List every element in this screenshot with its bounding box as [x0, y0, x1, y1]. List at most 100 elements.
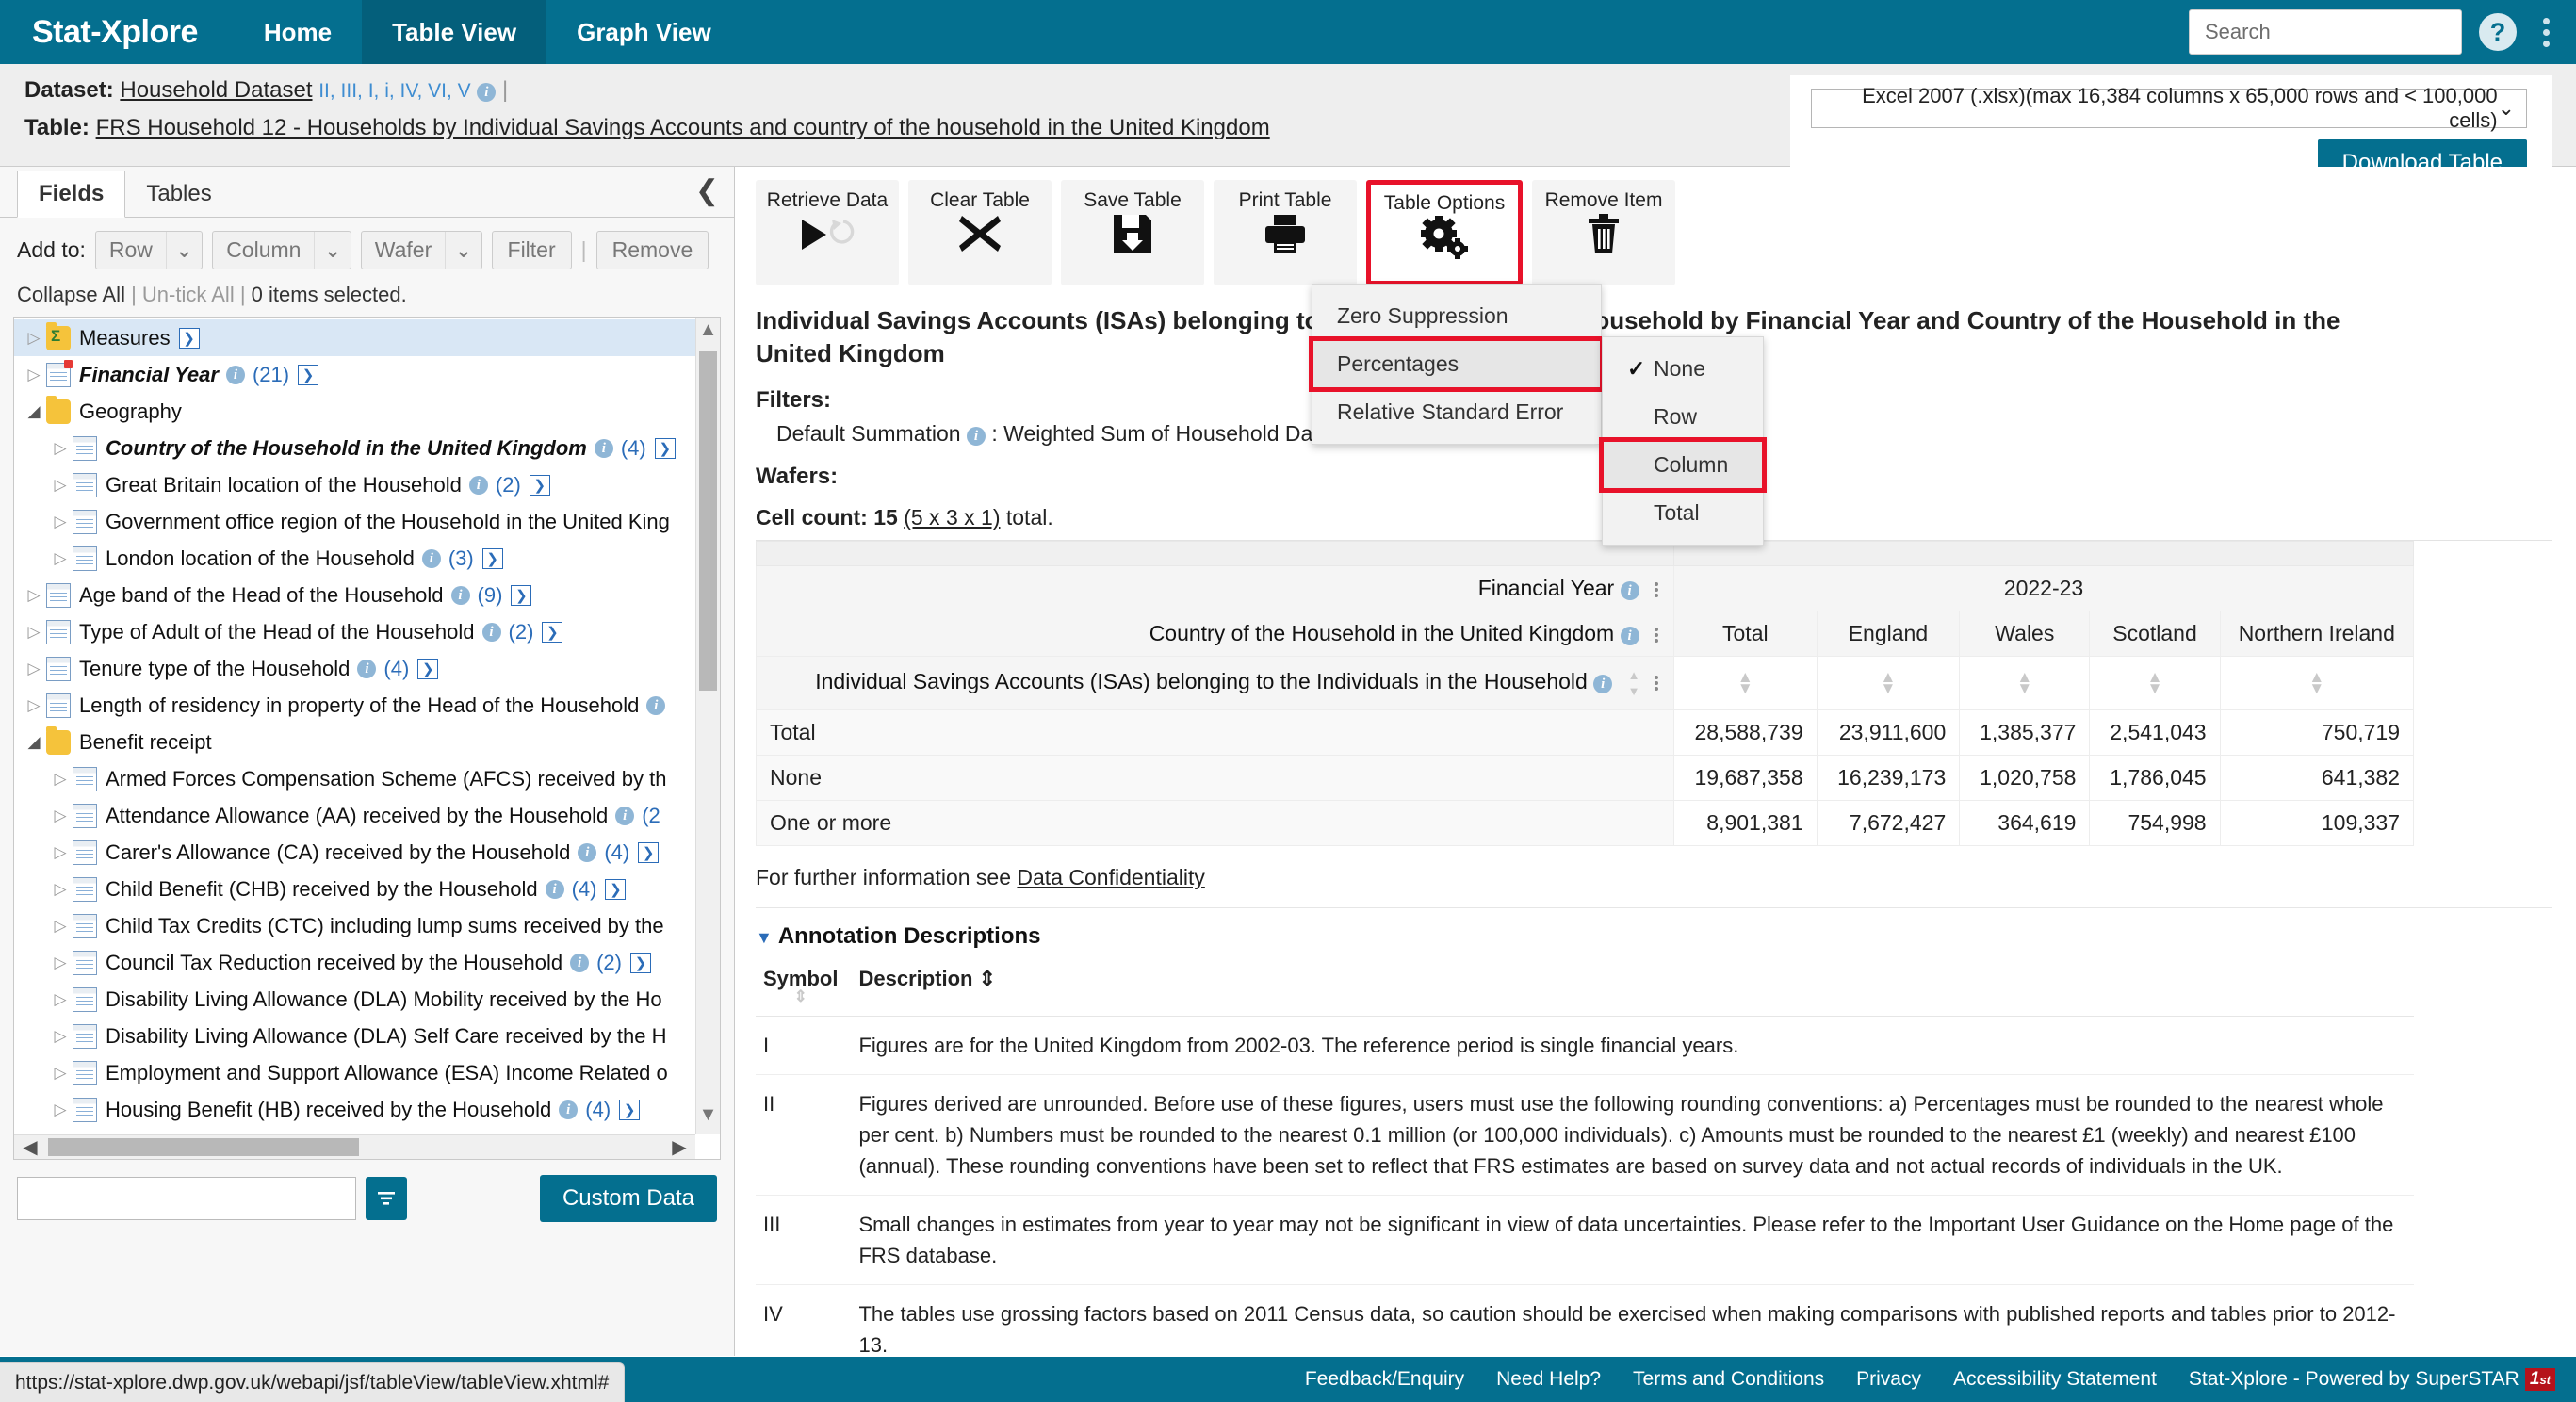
info-icon[interactable]: i — [578, 842, 597, 862]
tree-node[interactable]: ▷ Housing Benefit (HB) received by the Ho… — [14, 1091, 695, 1128]
sort-arrows-icon[interactable]: ⇕ — [979, 967, 996, 990]
info-icon[interactable]: i — [615, 806, 635, 825]
tree-node[interactable]: ▷ Child Benefit (CHB) received by the Hou… — [14, 871, 695, 907]
caret-down-icon[interactable]: ▼ — [756, 928, 773, 947]
tree-node[interactable]: ▷ London location of the Household i (3) ❯ — [14, 540, 695, 577]
retrieve-data-button[interactable]: Retrieve Data — [756, 180, 899, 285]
add-to-filter-button[interactable]: Filter — [491, 231, 572, 269]
add-to-column-button[interactable]: Column ⌄ — [212, 231, 351, 269]
expand-arrow-icon[interactable]: ❯ — [605, 878, 627, 900]
column-header-total[interactable]: Total — [1673, 611, 1818, 658]
tree-node[interactable]: ▷ Council Tax Reduction received by the H… — [14, 944, 695, 981]
tree-node[interactable]: ▷ Government office region of the Househo… — [14, 503, 695, 540]
twisty-expanded-icon[interactable]: ◢ — [22, 733, 46, 752]
expand-arrow-icon[interactable]: ❯ — [417, 658, 439, 679]
tree-node[interactable]: ▷ Disability Living Allowance (DLA) Self … — [14, 1018, 695, 1054]
twisty-collapsed-icon[interactable]: ▷ — [22, 329, 46, 348]
column-header-scotland[interactable]: Scotland — [2089, 611, 2221, 658]
print-table-button[interactable]: Print Table — [1214, 180, 1357, 285]
clear-table-button[interactable]: Clear Table — [908, 180, 1052, 285]
tree-node[interactable]: ▷Incapacity Benefit (IB) received by the… — [14, 1128, 695, 1134]
sort-arrows-england[interactable]: ▲ ▼ — [1816, 656, 1961, 711]
info-icon[interactable]: i — [357, 659, 377, 678]
twisty-collapsed-icon[interactable]: ▷ — [48, 917, 73, 936]
chevron-left-icon[interactable]: ❮ — [695, 174, 719, 207]
twisty-collapsed-icon[interactable]: ▷ — [48, 513, 73, 531]
tree-node[interactable]: ▷ Tenure type of the Household i (4) ❯ — [14, 650, 695, 687]
menu-item-zero-suppression[interactable]: Zero Suppression — [1312, 292, 1601, 340]
twisty-collapsed-icon[interactable]: ▷ — [22, 660, 46, 678]
tree-horizontal-scrollbar[interactable]: ◀ ▶ — [14, 1134, 695, 1159]
sort-arrows-icon[interactable]: ⇕ — [763, 988, 838, 1004]
menu-item-relative-standard-error[interactable]: Relative Standard Error — [1312, 388, 1601, 436]
field-search-input[interactable] — [17, 1177, 356, 1220]
info-icon[interactable]: i — [1593, 675, 1613, 694]
save-table-button[interactable]: Save Table — [1061, 180, 1204, 285]
expand-arrow-icon[interactable]: ❯ — [511, 584, 532, 606]
chevron-down-icon[interactable]: ⌄ — [314, 232, 350, 269]
expand-arrow-icon[interactable]: ❯ — [630, 952, 651, 973]
tree-node[interactable]: ▷ Disability Living Allowance (DLA) Mobil… — [14, 981, 695, 1018]
scroll-right-icon[interactable]: ▶ — [665, 1135, 693, 1159]
row-dimension-cell[interactable]: Individual Savings Accounts (ISAs) belon… — [756, 656, 1674, 711]
footer-link-privacy[interactable]: Privacy — [1856, 1368, 1921, 1391]
tree-node[interactable]: ▷ Age band of the Head of the Household i (… — [14, 577, 695, 613]
tree-node[interactable]: ▷ Measures ❯ — [14, 319, 695, 356]
nav-item-graph-view[interactable]: Graph View — [546, 0, 742, 64]
annotations-col-symbol[interactable]: Symbol ⇕ — [756, 959, 852, 1018]
scroll-up-icon[interactable]: ▲ — [696, 319, 720, 348]
twisty-collapsed-icon[interactable]: ▷ — [48, 990, 73, 1009]
tree-node[interactable]: ▷ Financial Year i (21) ❯ — [14, 356, 695, 393]
remove-item-button[interactable]: Remove Item — [1532, 180, 1675, 285]
twisty-collapsed-icon[interactable]: ▷ — [48, 1027, 73, 1046]
info-icon[interactable]: i — [545, 879, 564, 899]
twisty-collapsed-icon[interactable]: ▷ — [48, 439, 73, 458]
download-format-select[interactable]: Excel 2007 (.xlsx)(max 16,384 columns x … — [1811, 84, 2527, 132]
tree-node[interactable]: ▷ Carer's Allowance (CA) received by the … — [14, 834, 695, 871]
nav-item-table-view[interactable]: Table View — [362, 0, 547, 64]
table-name-link[interactable]: FRS Household 12 - Households by Individ… — [96, 115, 1270, 140]
tree-node[interactable]: ▷ Type of Adult of the Head of the Househ… — [14, 613, 695, 650]
info-icon[interactable]: i — [570, 953, 590, 972]
chevron-down-icon[interactable]: ⌄ — [2498, 96, 2515, 121]
footer-link-terms[interactable]: Terms and Conditions — [1633, 1368, 1824, 1391]
financial-year-dimension-cell[interactable]: Financial Year i — [756, 565, 1674, 612]
row-label-none[interactable]: None — [756, 755, 1674, 802]
twisty-collapsed-icon[interactable]: ▷ — [22, 366, 46, 384]
twisty-collapsed-icon[interactable]: ▷ — [48, 770, 73, 789]
untick-all-link[interactable]: Un-tick All — [142, 283, 235, 306]
footer-link-feedback[interactable]: Feedback/Enquiry — [1305, 1368, 1464, 1391]
info-icon[interactable]: i — [646, 695, 666, 715]
search-input[interactable] — [2203, 19, 2478, 45]
sort-arrows-wales[interactable]: ▲ ▼ — [1959, 656, 2091, 711]
column-header-northern-ireland[interactable]: Northern Ireland — [2219, 611, 2415, 658]
row-label-total[interactable]: Total — [756, 709, 1674, 757]
menu-item-percent-none[interactable]: ✓ None — [1603, 345, 1763, 393]
more-vertical-icon[interactable] — [2534, 12, 2559, 53]
column-header-wales[interactable]: Wales — [1959, 611, 2091, 658]
expand-arrow-icon[interactable]: ❯ — [298, 364, 319, 385]
info-icon[interactable]: i — [481, 622, 501, 642]
data-confidentiality-link[interactable]: Data Confidentiality — [1017, 865, 1204, 889]
expand-arrow-icon[interactable]: ❯ — [481, 547, 503, 569]
info-icon[interactable]: i — [1620, 581, 1639, 601]
expand-arrow-icon[interactable]: ❯ — [178, 327, 200, 349]
scroll-thumb[interactable] — [699, 351, 717, 691]
more-vertical-icon[interactable] — [1655, 626, 1660, 644]
hscroll-thumb[interactable] — [48, 1138, 359, 1156]
scroll-down-icon[interactable]: ▼ — [696, 1104, 720, 1133]
add-to-row-button[interactable]: Row ⌄ — [94, 231, 204, 269]
table-options-button[interactable]: Table Options — [1366, 180, 1523, 285]
annotation-descriptions-header[interactable]: ▼ Annotation Descriptions — [756, 923, 2552, 950]
info-icon[interactable]: i — [421, 548, 441, 568]
tree-node[interactable]: ▷ Length of residency in property of the … — [14, 687, 695, 724]
country-dimension-cell[interactable]: Country of the Household in the United K… — [756, 611, 1674, 658]
twisty-collapsed-icon[interactable]: ▷ — [48, 476, 73, 495]
expand-arrow-icon[interactable]: ❯ — [619, 1099, 641, 1120]
more-vertical-icon[interactable] — [1655, 674, 1660, 693]
dataset-annotations[interactable]: II, III, I, i, IV, VI, V — [318, 80, 470, 102]
twisty-collapsed-icon[interactable]: ▷ — [48, 1064, 73, 1083]
tab-fields[interactable]: Fields — [17, 171, 126, 218]
filter-icon[interactable] — [366, 1177, 407, 1220]
info-icon[interactable]: i — [450, 585, 470, 605]
